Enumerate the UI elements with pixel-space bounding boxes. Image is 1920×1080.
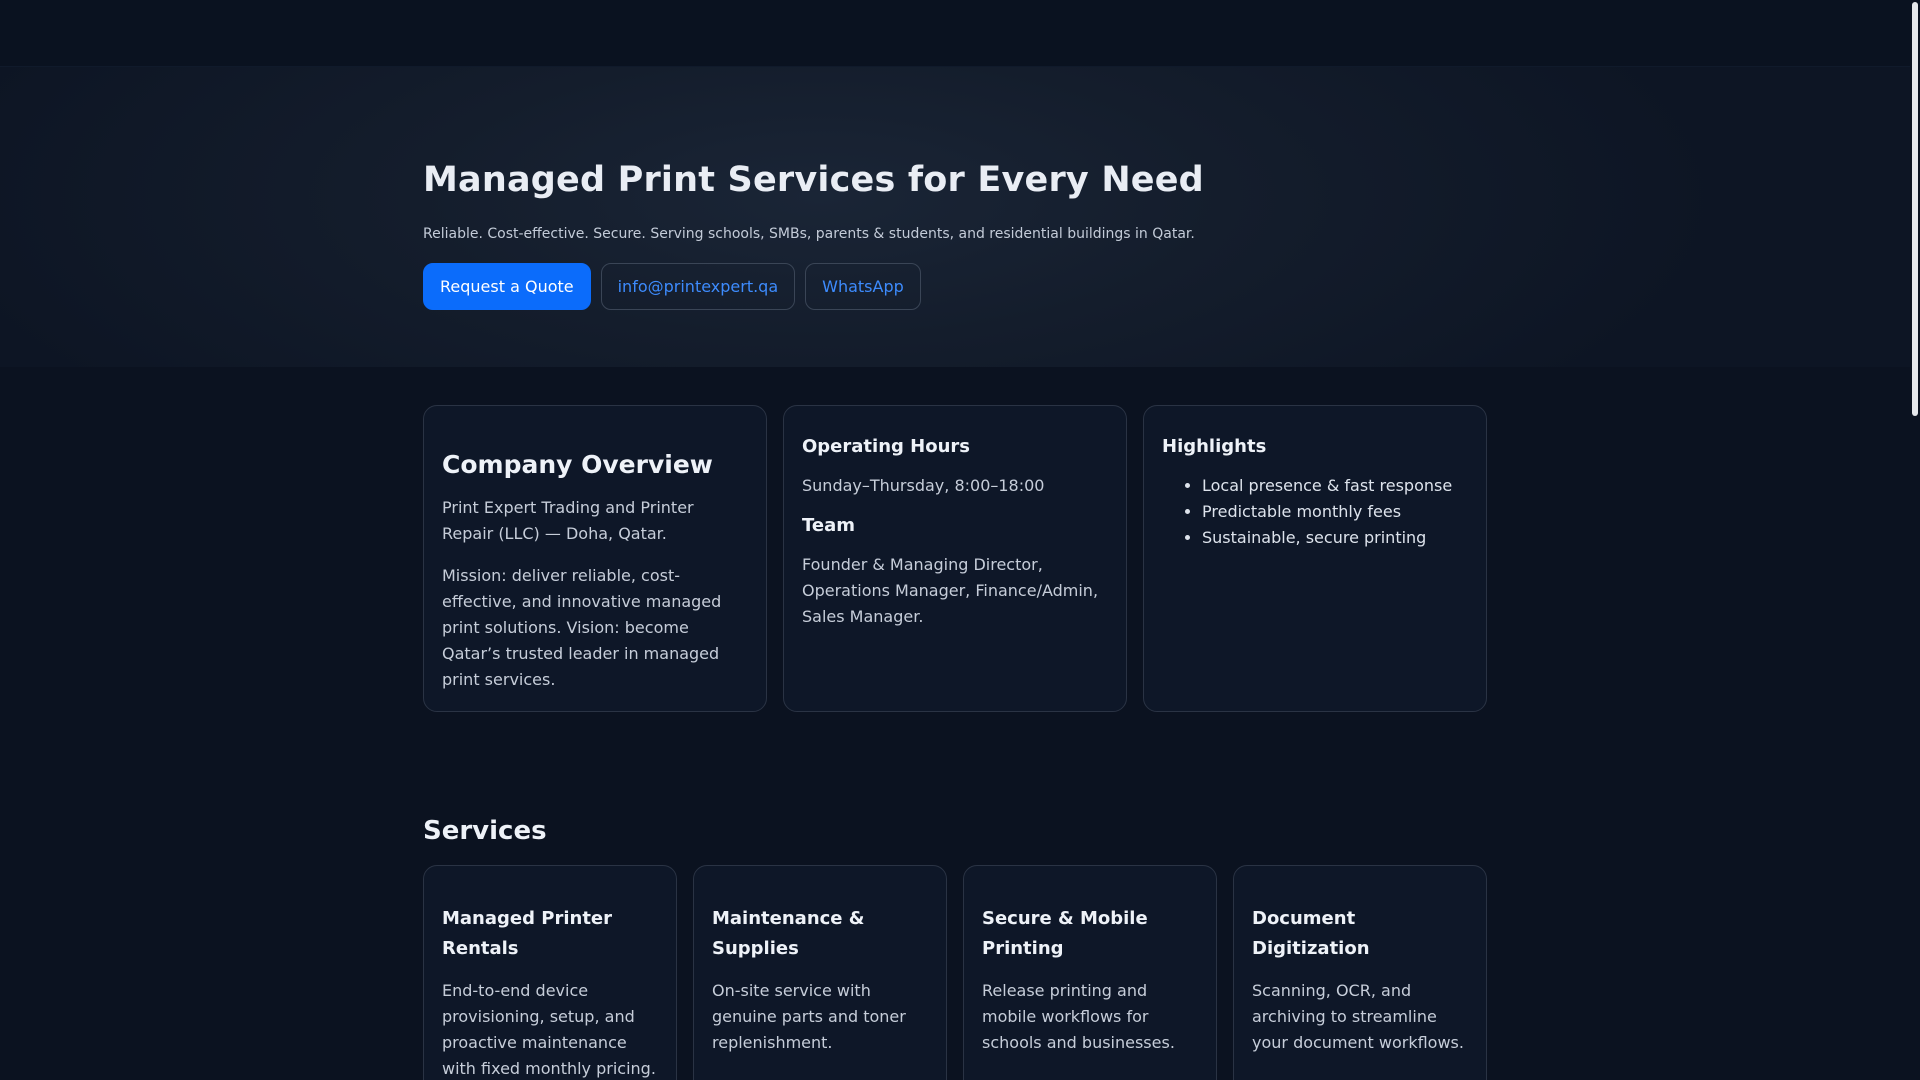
highlight-item: Sustainable, secure printing bbox=[1202, 525, 1468, 551]
info-cards: Company Overview Print Expert Trading an… bbox=[423, 405, 1487, 712]
service-description: End-to-end device provisioning, setup, a… bbox=[442, 981, 656, 1078]
service-title: Managed Printer Rentals bbox=[442, 908, 613, 959]
highlight-item: Predictable monthly fees bbox=[1202, 499, 1468, 525]
highlights-title: Highlights bbox=[1162, 436, 1267, 457]
service-card-maintenance: Maintenance & Supplies On-site service w… bbox=[693, 865, 947, 1080]
email-button[interactable]: info@printexpert.qa bbox=[600, 263, 796, 310]
company-overview-card: Company Overview Print Expert Trading an… bbox=[423, 405, 767, 712]
operating-hours-title: Operating Hours bbox=[802, 436, 970, 457]
service-card-digitization: Document Digitization Scanning, OCR, and… bbox=[1233, 865, 1487, 1080]
scrollbar-thumb[interactable] bbox=[1912, 2, 1918, 416]
whatsapp-button[interactable]: WhatsApp bbox=[805, 263, 921, 310]
services-title: Services bbox=[423, 816, 547, 846]
team-title: Team bbox=[802, 515, 855, 536]
hero-subtitle: Reliable. Cost-effective. Secure. Servin… bbox=[423, 226, 1195, 242]
services-cards: Managed Printer Rentals End-to-end devic… bbox=[423, 865, 1487, 1080]
company-overview-title: Company Overview bbox=[442, 450, 713, 479]
request-quote-button[interactable]: Request a Quote bbox=[423, 263, 591, 310]
service-description: Release printing and mobile workflows fo… bbox=[982, 981, 1175, 1052]
service-card-secure-printing: Secure & Mobile Printing Release printin… bbox=[963, 865, 1217, 1080]
highlights-card: Highlights Local presence & fast respons… bbox=[1143, 405, 1487, 712]
company-overview-text: Print Expert Trading and Printer Repair … bbox=[442, 498, 694, 543]
operating-hours-card: Operating Hours Sunday–Thursday, 8:00–18… bbox=[783, 405, 1127, 712]
service-title: Document Digitization bbox=[1252, 908, 1370, 959]
hero-section bbox=[0, 67, 1910, 367]
page: Managed Print Services for Every Need Re… bbox=[0, 0, 1920, 1080]
service-description: Scanning, OCR, and archiving to streamli… bbox=[1252, 981, 1464, 1052]
mission-vision-text: Mission: deliver reliable, cost-effectiv… bbox=[442, 566, 722, 689]
service-title: Secure & Mobile Printing bbox=[982, 908, 1148, 959]
hero-actions: Request a Quote info@printexpert.qa What… bbox=[423, 263, 1487, 310]
team-text: Founder & Managing Director, Operations … bbox=[802, 555, 1099, 626]
top-navigation-bar bbox=[0, 0, 1910, 67]
service-title: Maintenance & Supplies bbox=[712, 908, 865, 959]
service-card-rentals: Managed Printer Rentals End-to-end devic… bbox=[423, 865, 677, 1080]
operating-hours-text: Sunday–Thursday, 8:00–18:00 bbox=[802, 476, 1045, 495]
page-scrollbar[interactable] bbox=[1910, 0, 1920, 1080]
service-description: On-site service with genuine parts and t… bbox=[712, 981, 906, 1052]
highlight-item: Local presence & fast response bbox=[1202, 473, 1468, 499]
highlights-list: Local presence & fast response Predictab… bbox=[1162, 473, 1468, 551]
hero-title: Managed Print Services for Every Need bbox=[423, 160, 1204, 200]
